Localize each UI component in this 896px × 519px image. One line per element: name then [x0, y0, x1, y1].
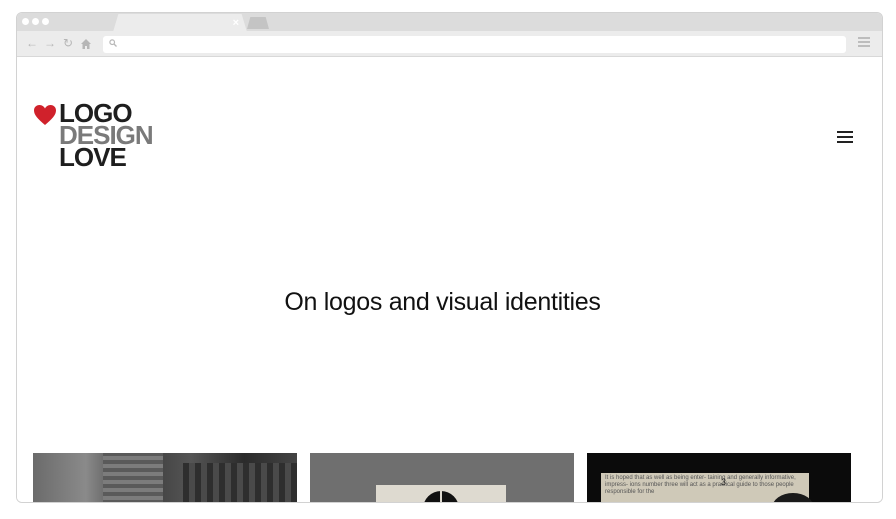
- search-icon: [109, 37, 117, 52]
- reload-icon[interactable]: ↻: [63, 34, 73, 52]
- home-icon[interactable]: [80, 34, 92, 52]
- browser-window: × ← → ↻ LOGO DESIGN LOVE On logos and vi…: [16, 12, 883, 503]
- browser-toolbar: ← → ↻: [17, 31, 882, 57]
- forward-arrow-icon[interactable]: →: [44, 34, 56, 52]
- thumbnail-document-text: It is hoped that as well as being enter-…: [605, 475, 796, 495]
- page-tagline: On logos and visual identities: [284, 288, 601, 316]
- site-logo[interactable]: LOGO DESIGN LOVE: [33, 100, 154, 170]
- tab-close-icon[interactable]: ×: [233, 14, 239, 32]
- window-close-dot[interactable]: [22, 18, 29, 25]
- hamburger-menu-icon[interactable]: [837, 131, 853, 146]
- browser-menu-icon[interactable]: [858, 37, 870, 49]
- heart-icon: [34, 105, 56, 125]
- new-tab-button[interactable]: [247, 17, 269, 29]
- browser-titlebar: ×: [17, 13, 882, 32]
- back-arrow-icon[interactable]: ←: [26, 34, 38, 52]
- url-bar[interactable]: [103, 36, 846, 53]
- article-thumbnail-2[interactable]: [310, 453, 574, 502]
- thumbnail-image-detail: [103, 453, 163, 502]
- window-maximize-dot[interactable]: [42, 18, 49, 25]
- page-viewport: LOGO DESIGN LOVE On logos and visual ide…: [17, 58, 882, 502]
- article-thumbnail-1[interactable]: [33, 453, 297, 502]
- article-thumbnail-3[interactable]: It is hoped that as well as being enter-…: [587, 453, 851, 502]
- browser-tab-active[interactable]: ×: [113, 14, 247, 32]
- thumbnail-document-number: 3: [721, 477, 727, 487]
- thumbnail-image-detail: [183, 463, 297, 502]
- window-minimize-dot[interactable]: [32, 18, 39, 25]
